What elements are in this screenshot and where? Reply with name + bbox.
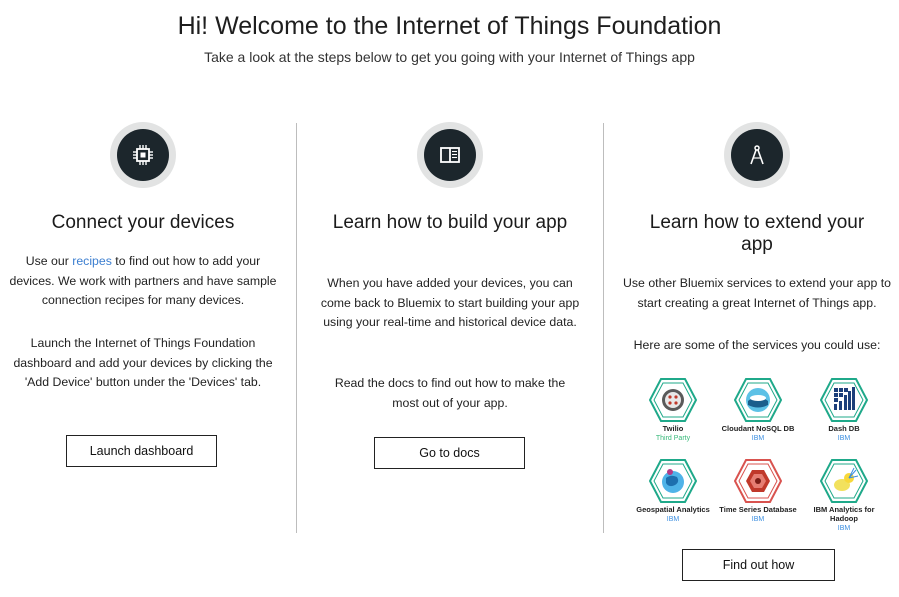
service-provider: IBM xyxy=(751,516,765,523)
column-divider xyxy=(603,123,604,533)
page-subtitle: Take a look at the steps below to get yo… xyxy=(204,49,695,65)
service-hadoop[interactable]: IBM Analytics for Hadoop IBM xyxy=(794,458,894,533)
compass-icon xyxy=(724,122,790,188)
service-dashdb[interactable]: Dash DB IBM xyxy=(794,377,894,443)
service-provider: IBM xyxy=(751,435,765,442)
intro-paragraph: Use our recipes to find out how to add y… xyxy=(9,254,277,307)
recipes-link[interactable]: recipes xyxy=(72,254,112,268)
geospatial-icon xyxy=(649,459,697,503)
service-provider: IBM xyxy=(837,435,851,442)
chip-icon xyxy=(110,122,176,188)
twilio-icon xyxy=(649,378,697,422)
service-name: Dash DB xyxy=(828,424,860,433)
service-cloudant[interactable]: Cloudant NoSQL DB IBM xyxy=(708,377,808,443)
service-timeseries[interactable]: Time Series Database IBM xyxy=(708,458,808,524)
docs-paragraph: Read the docs to find out how to make th… xyxy=(334,376,566,410)
hadoop-icon xyxy=(820,459,868,503)
section-heading: Connect your devices xyxy=(51,212,235,233)
extend-paragraph: Use other Bluemix services to extend you… xyxy=(623,276,891,310)
page-title: Hi! Welcome to the Internet of Things Fo… xyxy=(177,12,722,40)
launch-dashboard-button[interactable]: Launch dashboard xyxy=(66,435,217,467)
service-name: Cloudant NoSQL DB xyxy=(721,424,795,433)
service-provider: IBM xyxy=(837,525,851,532)
service-name: Time Series Database xyxy=(719,505,797,514)
find-out-how-button[interactable]: Find out how xyxy=(682,549,835,581)
book-icon xyxy=(417,122,483,188)
column-divider xyxy=(296,123,297,533)
section-heading: Learn how to extend your app xyxy=(649,212,865,255)
build-paragraph: When you have added your devices, you ca… xyxy=(320,276,580,329)
timeseries-icon xyxy=(734,459,782,503)
go-to-docs-button[interactable]: Go to docs xyxy=(374,437,525,469)
launch-paragraph: Launch the Internet of Things Foundation… xyxy=(13,336,273,389)
service-name: IBM Analytics for Hadoop xyxy=(813,505,875,523)
cloudant-icon xyxy=(734,378,782,422)
section-heading: Learn how to build your app xyxy=(332,212,568,233)
dashdb-icon xyxy=(820,378,868,422)
services-intro: Here are some of the services you could … xyxy=(633,338,881,352)
